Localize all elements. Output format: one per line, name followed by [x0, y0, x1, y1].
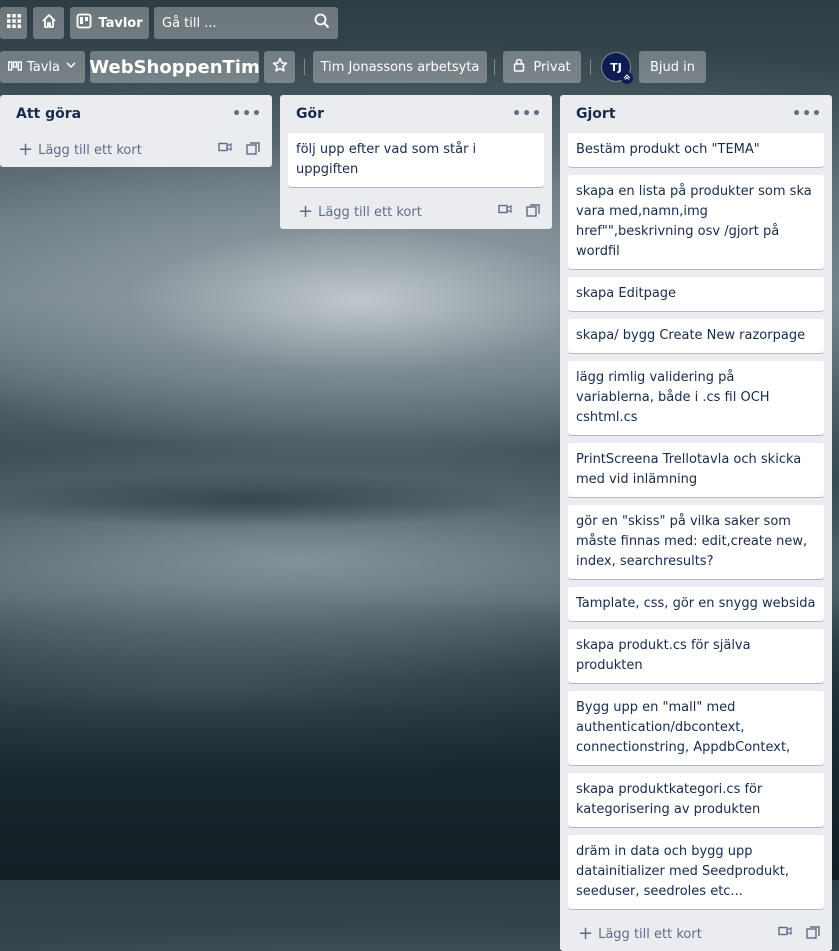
- card[interactable]: skapa produkt.cs för själva produkten: [568, 629, 824, 683]
- more-icon[interactable]: •••: [232, 106, 262, 122]
- card[interactable]: följ upp efter vad som står i uppgiften: [288, 133, 544, 187]
- avatar[interactable]: TJ: [602, 53, 633, 84]
- list-gor: Gör ••• följ upp efter vad som står i up…: [280, 95, 552, 229]
- card[interactable]: Bygg upp en "mall" med authentication/db…: [568, 691, 824, 765]
- more-icon[interactable]: •••: [512, 106, 542, 122]
- visibility-label: Privat: [533, 59, 571, 75]
- avatar-initials: TJ: [610, 60, 622, 74]
- home-button[interactable]: [33, 7, 64, 39]
- list-header: Att göra •••: [0, 95, 272, 133]
- invite-button[interactable]: Bjud in: [639, 51, 706, 83]
- list-title[interactable]: Att göra: [16, 106, 81, 122]
- admin-badge-icon: [621, 72, 633, 84]
- card[interactable]: skapa en lista på produkter som ska vara…: [568, 175, 824, 269]
- card[interactable]: skapa Editpage: [568, 277, 824, 311]
- plus-icon: +: [18, 139, 34, 160]
- add-card-button[interactable]: + Lägg till ett kort: [560, 917, 832, 951]
- add-card-label: Lägg till ett kort: [38, 142, 142, 158]
- star-icon: [272, 57, 288, 77]
- card-view-icon[interactable]: [218, 142, 232, 159]
- add-card-button[interactable]: + Lägg till ett kort: [280, 195, 552, 229]
- plus-icon: +: [298, 201, 314, 222]
- board-icon: [76, 13, 92, 33]
- add-card-label: Lägg till ett kort: [598, 926, 702, 942]
- list-att-gora: Att göra ••• + Lägg till ett kort: [0, 95, 272, 167]
- card-view-icon[interactable]: [498, 204, 512, 221]
- divider: [494, 59, 495, 75]
- list-header: Gör •••: [280, 95, 552, 133]
- template-icon[interactable]: [806, 925, 820, 943]
- workspace-button[interactable]: Tim Jonassons arbetsyta: [313, 51, 487, 83]
- grid-icon: [6, 14, 21, 32]
- board-header: Tavla WebShoppenTim Tim Jonassons arbets…: [0, 50, 839, 84]
- boards-button[interactable]: Tavlor: [70, 7, 149, 39]
- boards-label: Tavlor: [98, 15, 143, 31]
- card[interactable]: lägg rimlig validering på variablerna, b…: [568, 361, 824, 435]
- board-view-icon: [7, 60, 22, 75]
- more-icon[interactable]: •••: [792, 106, 822, 122]
- apps-button[interactable]: [0, 7, 27, 39]
- template-icon[interactable]: [526, 203, 540, 221]
- star-button[interactable]: [264, 51, 295, 83]
- divider: [304, 59, 305, 75]
- add-card-label: Lägg till ett kort: [318, 204, 422, 220]
- card[interactable]: PrintScreena Trellotavla och skicka med …: [568, 443, 824, 497]
- home-icon: [41, 13, 57, 33]
- plus-icon: +: [578, 923, 594, 944]
- board-title[interactable]: WebShoppenTim: [89, 51, 260, 83]
- search-placeholder: Gå till ...: [162, 15, 217, 31]
- list-gjort: Gjort ••• Bestäm produkt och "TEMA" skap…: [560, 95, 832, 951]
- chevron-down-icon: [65, 59, 77, 75]
- card[interactable]: dräm in data och bygg upp datainitialize…: [568, 835, 824, 909]
- add-card-button[interactable]: + Lägg till ett kort: [0, 133, 272, 167]
- top-navigation: Tavlor Gå till ...: [0, 0, 839, 44]
- card-view-icon[interactable]: [778, 926, 792, 943]
- list-title[interactable]: Gör: [296, 106, 324, 122]
- search-input[interactable]: Gå till ...: [154, 7, 338, 39]
- lock-icon: [513, 58, 525, 76]
- view-switcher-button[interactable]: Tavla: [0, 51, 85, 83]
- list-header: Gjort •••: [560, 95, 832, 133]
- card[interactable]: skapa produktkategori.cs för kategoriser…: [568, 773, 824, 827]
- divider: [590, 59, 591, 75]
- card[interactable]: Tamplate, css, gör en snygg websida: [568, 587, 824, 621]
- visibility-button[interactable]: Privat: [503, 51, 581, 83]
- template-icon[interactable]: [246, 141, 260, 159]
- card[interactable]: skapa/ bygg Create New razorpage: [568, 319, 824, 353]
- search-icon: [314, 13, 330, 33]
- card[interactable]: Bestäm produkt och "TEMA": [568, 133, 824, 167]
- card[interactable]: gör en "skiss" på vilka saker som måste …: [568, 505, 824, 579]
- view-label: Tavla: [26, 59, 61, 75]
- list-title[interactable]: Gjort: [576, 106, 616, 122]
